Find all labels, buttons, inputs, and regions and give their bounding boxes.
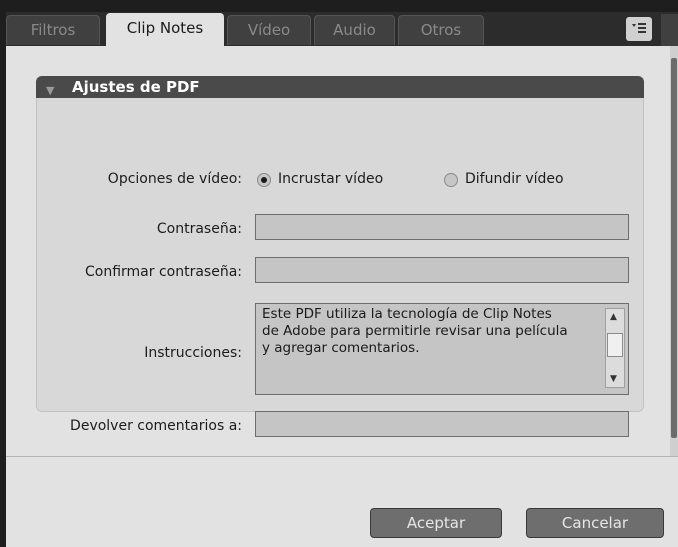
password-label: Contraseña: bbox=[156, 221, 242, 237]
footer-divider bbox=[6, 456, 678, 457]
confirm-password-input[interactable] bbox=[256, 258, 628, 282]
instructions-text: Este PDF utiliza la tecnología de Clip N… bbox=[262, 306, 592, 357]
pdf-settings-header[interactable]: ▼ Ajustes de PDF bbox=[36, 76, 644, 98]
panel-scrollbar[interactable] bbox=[670, 46, 678, 456]
radio-label: Difundir vídeo bbox=[465, 171, 564, 187]
tab-strip: Filtros Clip Notes Vídeo Audio Otros bbox=[6, 12, 678, 46]
tab-strip-edge bbox=[661, 14, 678, 46]
tab-audio[interactable]: Audio bbox=[314, 15, 395, 45]
tab-label: Clip Notes bbox=[126, 19, 204, 37]
tab-video[interactable]: Vídeo bbox=[227, 15, 311, 45]
panel-menu-icon[interactable] bbox=[626, 17, 652, 41]
instructions-line: Este PDF utiliza la tecnología de Clip N… bbox=[262, 306, 552, 322]
dialog-footer: Aceptar Cancelar bbox=[6, 456, 678, 547]
triangle-down-icon[interactable]: ▼ bbox=[46, 80, 54, 102]
radio-unselected-icon bbox=[444, 173, 458, 187]
tab-clip-notes[interactable]: Clip Notes bbox=[106, 13, 224, 46]
scroll-thumb[interactable] bbox=[607, 333, 623, 357]
scroll-down-icon[interactable]: ▼ bbox=[610, 374, 617, 384]
instructions-scrollbar[interactable]: ▲ ▼ bbox=[605, 308, 625, 388]
instructions-textarea[interactable]: Este PDF utiliza la tecnología de Clip N… bbox=[255, 303, 629, 395]
pdf-settings-group: ▼ Ajustes de PDF Opciones de vídeo: Incr… bbox=[36, 76, 644, 437]
tab-filtros[interactable]: Filtros bbox=[6, 15, 100, 45]
instructions-line: de Adobe para permitirle revisar una pel… bbox=[262, 323, 568, 339]
tab-otros[interactable]: Otros bbox=[398, 15, 484, 45]
section-title: Ajustes de PDF bbox=[72, 78, 200, 96]
panel-scroll-thumb[interactable] bbox=[671, 58, 677, 438]
tab-label: Otros bbox=[420, 21, 462, 39]
cancel-button[interactable]: Cancelar bbox=[526, 508, 664, 538]
export-settings-window: Filtros Clip Notes Vídeo Audio Otros ▼ A… bbox=[6, 12, 678, 547]
return-comments-label: Devolver comentarios a: bbox=[70, 418, 242, 434]
accept-button[interactable]: Aceptar bbox=[370, 508, 502, 538]
panel-menu-glyph bbox=[632, 23, 646, 33]
tab-label: Vídeo bbox=[247, 21, 291, 39]
radio-label: Incrustar vídeo bbox=[278, 171, 384, 187]
confirm-password-label: Confirmar contraseña: bbox=[84, 264, 242, 280]
confirm-password-field[interactable] bbox=[255, 257, 629, 283]
tab-label: Filtros bbox=[30, 21, 76, 39]
video-options-label: Opciones de vídeo: bbox=[107, 171, 242, 187]
tab-label: Audio bbox=[333, 21, 376, 39]
return-comments-input[interactable] bbox=[256, 412, 628, 436]
instructions-label: Instrucciones: bbox=[144, 345, 242, 361]
instructions-line: y agregar comentarios. bbox=[262, 340, 420, 356]
scroll-up-icon[interactable]: ▲ bbox=[610, 312, 617, 322]
return-comments-field[interactable] bbox=[255, 411, 629, 437]
password-input[interactable] bbox=[256, 215, 628, 239]
password-field[interactable] bbox=[255, 214, 629, 240]
radio-selected-icon bbox=[257, 173, 271, 187]
settings-panel: ▼ Ajustes de PDF Opciones de vídeo: Incr… bbox=[6, 46, 678, 456]
